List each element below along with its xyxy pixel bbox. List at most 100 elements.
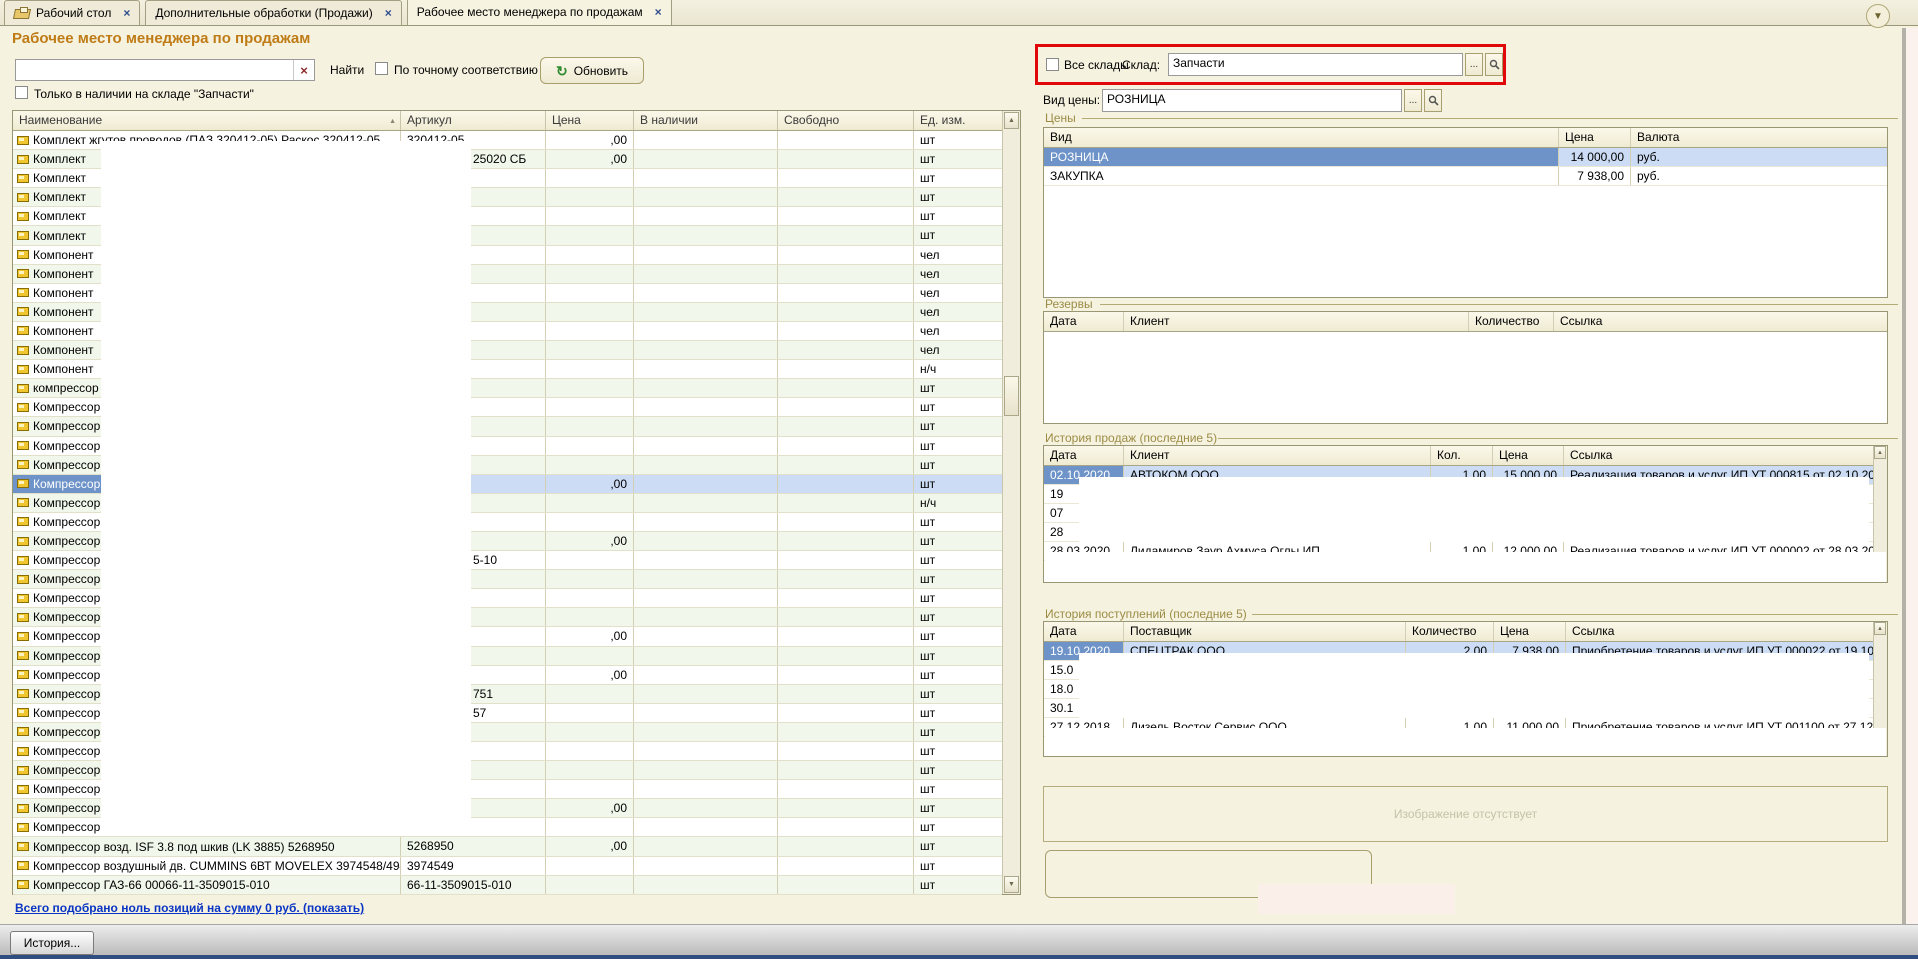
warehouse-search-icon[interactable] (1485, 53, 1503, 76)
table-cell[interactable] (778, 284, 914, 302)
table-cell[interactable] (778, 685, 914, 703)
table-cell[interactable] (634, 608, 778, 626)
table-cell[interactable] (634, 417, 778, 435)
table-cell[interactable]: шт (914, 456, 1002, 474)
table-cell[interactable] (778, 169, 914, 187)
table-cell[interactable] (778, 780, 914, 798)
table-cell[interactable] (546, 589, 634, 607)
table-cell[interactable]: Компрессор ГАЗ-66 00066-11-3509015-010 (13, 876, 401, 894)
table-cell[interactable]: ,00 (546, 532, 634, 550)
table-cell[interactable]: шт (914, 589, 1002, 607)
table-cell[interactable] (546, 456, 634, 474)
warehouse-input[interactable]: Запчасти (1168, 53, 1463, 76)
table-cell[interactable] (634, 379, 778, 397)
table-cell[interactable] (634, 818, 778, 836)
table-cell[interactable] (634, 188, 778, 206)
table-cell[interactable] (546, 322, 634, 340)
column-header[interactable]: Цена (1493, 446, 1564, 465)
table-cell[interactable] (634, 761, 778, 779)
table-cell[interactable] (634, 837, 778, 855)
table-cell[interactable] (778, 360, 914, 378)
scroll-up-icon[interactable]: ▲ (1874, 446, 1886, 459)
table-cell[interactable]: шт (914, 742, 1002, 760)
table-cell[interactable] (778, 417, 914, 435)
table-cell[interactable]: Компрессор возд. ISF 3.8 под шкив (LK 38… (13, 837, 401, 855)
column-header[interactable]: Количество (1469, 312, 1554, 331)
table-cell[interactable] (634, 876, 778, 894)
price-type-input[interactable]: РОЗНИЦА (1102, 89, 1402, 112)
column-header[interactable]: Вид (1044, 128, 1559, 147)
warehouse-select-button[interactable]: ... (1465, 53, 1483, 76)
table-cell[interactable] (778, 551, 914, 569)
only-in-stock-checkbox[interactable] (15, 86, 28, 99)
table-row[interactable]: РОЗНИЦА14 000,00руб. (1044, 148, 1887, 167)
find-button[interactable]: Найти (330, 63, 364, 77)
table-cell[interactable] (546, 761, 634, 779)
table-cell[interactable] (546, 417, 634, 435)
table-cell[interactable]: ,00 (546, 150, 634, 168)
table-cell[interactable] (634, 570, 778, 588)
table-cell[interactable]: ,00 (546, 475, 634, 493)
column-header[interactable]: Кол. (1431, 446, 1493, 465)
table-cell[interactable]: 66-11-3509015-010 (401, 876, 546, 894)
close-icon[interactable]: × (655, 5, 662, 19)
table-cell[interactable]: чел (914, 284, 1002, 302)
table-cell[interactable]: н/ч (914, 494, 1002, 512)
window-list-button[interactable]: ▼ (1866, 4, 1890, 28)
table-cell[interactable]: шт (914, 437, 1002, 455)
table-cell[interactable]: чел (914, 246, 1002, 264)
price-type-cell[interactable]: ЗАКУПКА (1044, 167, 1559, 185)
table-cell[interactable] (546, 226, 634, 244)
table-cell[interactable] (778, 131, 914, 149)
table-cell[interactable]: н/ч (914, 360, 1002, 378)
table-row[interactable]: Компрессор воздушный дв. CUMMINS 6ВТ MOV… (13, 857, 1002, 876)
table-cell[interactable] (546, 742, 634, 760)
table-cell[interactable]: шт (914, 685, 1002, 703)
table-cell[interactable] (634, 685, 778, 703)
scroll-down-icon[interactable]: ▼ (1004, 876, 1019, 893)
table-cell[interactable]: шт (914, 799, 1002, 817)
column-header[interactable]: Ссылка (1564, 446, 1873, 465)
column-header[interactable]: Ссылка (1554, 312, 1887, 331)
table-cell[interactable] (634, 150, 778, 168)
close-icon[interactable]: × (123, 6, 130, 20)
table-cell[interactable] (634, 475, 778, 493)
table-cell[interactable] (546, 188, 634, 206)
table-cell[interactable]: Компрессор воздушный дв. CUMMINS 6ВТ MOV… (13, 857, 401, 875)
table-cell[interactable] (634, 341, 778, 359)
table-cell[interactable] (634, 360, 778, 378)
table-cell[interactable] (546, 608, 634, 626)
price-type-cell[interactable]: РОЗНИЦА (1044, 148, 1559, 166)
table-cell[interactable] (634, 303, 778, 321)
currency-cell[interactable]: руб. (1631, 148, 1887, 166)
table-cell[interactable]: шт (914, 551, 1002, 569)
price-cell[interactable]: 7 938,00 (1559, 167, 1631, 185)
tab-sales-manager-workplace[interactable]: Рабочее место менеджера по продажам × (407, 0, 672, 25)
table-cell[interactable] (778, 150, 914, 168)
table-cell[interactable] (546, 265, 634, 283)
table-cell[interactable] (634, 494, 778, 512)
table-cell[interactable]: шт (914, 188, 1002, 206)
scroll-up-icon[interactable]: ▲ (1874, 622, 1886, 635)
table-cell[interactable] (546, 360, 634, 378)
column-header[interactable]: Дата (1044, 312, 1124, 331)
table-cell[interactable]: шт (914, 837, 1002, 855)
table-cell[interactable] (634, 799, 778, 817)
tab-desktop[interactable]: Рабочий стол × (4, 0, 140, 25)
column-header-unit[interactable]: Ед. изм. (914, 111, 1002, 130)
table-cell[interactable] (778, 608, 914, 626)
table-cell[interactable] (546, 685, 634, 703)
table-cell[interactable]: 3974549 (401, 857, 546, 875)
table-cell[interactable]: шт (914, 761, 1002, 779)
table-cell[interactable] (778, 456, 914, 474)
table-row[interactable]: Компрессор ГАЗ-66 00066-11-3509015-01066… (13, 876, 1002, 895)
table-cell[interactable] (778, 876, 914, 894)
table-cell[interactable] (546, 398, 634, 416)
table-cell[interactable]: 5268950 (401, 837, 546, 855)
table-cell[interactable] (546, 341, 634, 359)
table-cell[interactable] (634, 265, 778, 283)
table-cell[interactable] (546, 494, 634, 512)
table-cell[interactable] (546, 513, 634, 531)
column-header-free[interactable]: Свободно (778, 111, 914, 130)
table-cell[interactable] (778, 570, 914, 588)
